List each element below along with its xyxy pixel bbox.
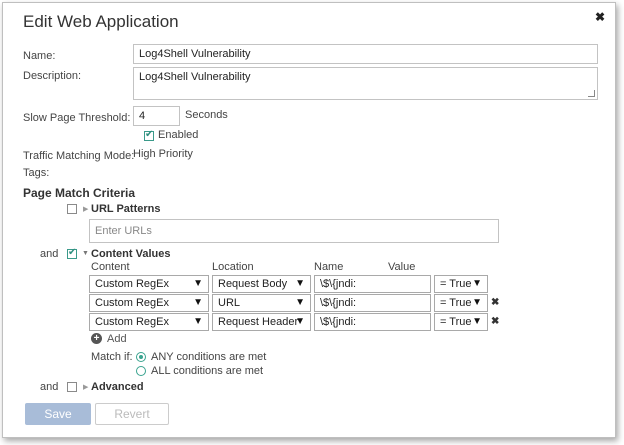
- value-select[interactable]: = True ▼: [434, 294, 488, 312]
- location-select[interactable]: Request Body ▼: [212, 275, 311, 293]
- match-all-label: ALL conditions are met: [151, 365, 264, 377]
- location-select[interactable]: Request Header ▼: [212, 313, 311, 331]
- dropdown-arrow-icon: ▼: [472, 297, 482, 308]
- traffic-mode-value: High Priority: [133, 148, 193, 160]
- dropdown-arrow-icon: ▼: [295, 316, 305, 327]
- location-select-value: Request Body: [218, 278, 288, 290]
- add-icon[interactable]: +: [91, 333, 102, 344]
- edit-web-application-dialog: Edit Web Application ✖ Name: Log4Shell V…: [2, 2, 616, 438]
- name-label: Name:: [23, 50, 56, 62]
- dropdown-arrow-icon: ▼: [193, 297, 203, 308]
- value-select-value: = True: [440, 278, 472, 290]
- check-icon: ✔: [68, 247, 77, 258]
- check-icon: ✔: [145, 129, 154, 140]
- url-patterns-input[interactable]: Enter URLs: [89, 219, 499, 243]
- dropdown-arrow-icon: ▼: [295, 278, 305, 289]
- content-select[interactable]: Custom RegEx ▼: [89, 313, 209, 331]
- description-label: Description:: [23, 70, 82, 82]
- value-select[interactable]: = True ▼: [434, 275, 488, 293]
- close-icon[interactable]: ✖: [595, 10, 605, 24]
- revert-button[interactable]: Revert: [95, 403, 169, 425]
- content-select[interactable]: Custom RegEx ▼: [89, 275, 209, 293]
- value-select-value: = True: [440, 316, 472, 328]
- page-match-criteria-heading: Page Match Criteria: [23, 186, 136, 200]
- description-text: Log4Shell Vulnerability: [139, 71, 251, 83]
- enabled-checkbox[interactable]: ✔: [144, 129, 154, 141]
- value-select[interactable]: = True ▼: [434, 313, 488, 331]
- name-field[interactable]: \$\{jndi:: [314, 294, 431, 312]
- expand-right-icon[interactable]: ▶: [83, 205, 88, 213]
- location-select-value: Request Header: [218, 316, 299, 328]
- content-select-value: Custom RegEx: [95, 297, 169, 309]
- remove-row-icon[interactable]: ✖: [491, 297, 499, 308]
- tags-label: Tags:: [23, 167, 50, 179]
- dropdown-arrow-icon: ▼: [295, 297, 305, 308]
- column-header-value: Value: [388, 261, 416, 273]
- dropdown-arrow-icon: ▼: [193, 316, 203, 327]
- enabled-label: Enabled: [158, 129, 199, 141]
- name-field[interactable]: \$\{jndi:: [314, 313, 431, 331]
- match-any-radio[interactable]: [136, 352, 146, 362]
- threshold-label: Slow Page Threshold:: [23, 112, 131, 124]
- content-values-checkbox[interactable]: ✔: [67, 247, 77, 259]
- content-select-value: Custom RegEx: [95, 278, 169, 290]
- content-select-value: Custom RegEx: [95, 316, 169, 328]
- column-header-location: Location: [212, 261, 254, 273]
- description-textarea[interactable]: Log4Shell Vulnerability: [133, 67, 598, 100]
- dropdown-arrow-icon: ▼: [193, 278, 203, 289]
- advanced-checkbox[interactable]: [67, 382, 77, 392]
- add-condition-button[interactable]: Add: [107, 333, 127, 345]
- traffic-mode-label: Traffic Matching Mode:: [23, 150, 135, 162]
- value-select-value: = True: [440, 297, 472, 309]
- resize-grip-icon[interactable]: [588, 90, 595, 97]
- column-header-name: Name: [314, 261, 344, 273]
- content-values-label: Content Values: [91, 248, 171, 260]
- url-patterns-checkbox[interactable]: [67, 204, 77, 214]
- save-button[interactable]: Save: [25, 403, 91, 425]
- match-all-radio[interactable]: [136, 366, 146, 376]
- match-if-label: Match if:: [91, 351, 133, 363]
- dialog-title: Edit Web Application: [23, 12, 179, 31]
- remove-row-icon[interactable]: ✖: [491, 316, 499, 327]
- url-patterns-label: URL Patterns: [91, 203, 161, 215]
- name-input[interactable]: Log4Shell Vulnerability: [133, 44, 598, 64]
- match-any-label: ANY conditions are met: [151, 351, 267, 363]
- content-select[interactable]: Custom RegEx ▼: [89, 294, 209, 312]
- expand-right-icon[interactable]: ▶: [83, 383, 88, 391]
- name-field[interactable]: \$\{jndi:: [314, 275, 431, 293]
- and-label: and: [40, 381, 59, 393]
- dropdown-arrow-icon: ▼: [472, 278, 482, 289]
- threshold-unit: Seconds: [185, 109, 228, 121]
- location-select-value: URL: [218, 297, 241, 309]
- threshold-input[interactable]: 4: [133, 106, 180, 126]
- expand-down-icon[interactable]: ▼: [82, 250, 89, 257]
- column-header-content: Content: [91, 261, 130, 273]
- location-select[interactable]: URL ▼: [212, 294, 311, 312]
- advanced-label: Advanced: [91, 381, 144, 393]
- and-label: and: [40, 248, 59, 260]
- dropdown-arrow-icon: ▼: [472, 316, 482, 327]
